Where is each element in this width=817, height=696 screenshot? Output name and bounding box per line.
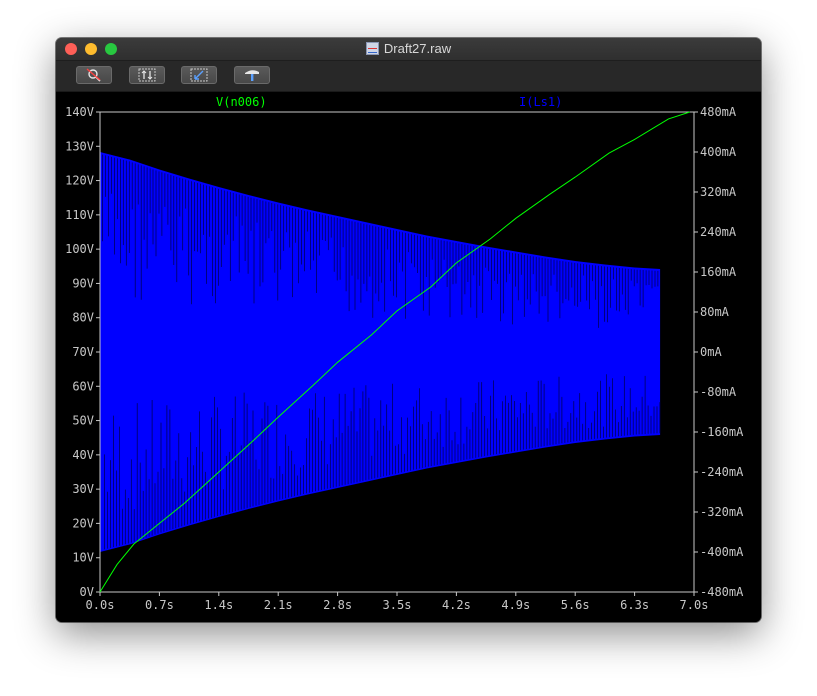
window-title-text: Draft27.raw bbox=[383, 41, 452, 56]
x-tick-label: 6.3s bbox=[620, 598, 649, 612]
zoom-cancel-button[interactable] bbox=[76, 66, 112, 84]
y-right-tick-label: -80mA bbox=[700, 385, 737, 399]
y-left-tick-label: 60V bbox=[72, 379, 94, 393]
y-right-tick-label: 320mA bbox=[700, 185, 737, 199]
x-tick-label: 5.6s bbox=[561, 598, 590, 612]
y-left-tick-label: 0V bbox=[80, 585, 94, 599]
current-envelope bbox=[100, 152, 661, 552]
x-tick-label: 2.8s bbox=[323, 598, 352, 612]
x-tick-label: 1.4s bbox=[204, 598, 233, 612]
x-tick-label: 7.0s bbox=[680, 598, 709, 612]
y-right-tick-label: 240mA bbox=[700, 225, 737, 239]
y-left-tick-label: 50V bbox=[72, 414, 94, 428]
waveform-window: Draft27.raw 0V 10V 20V 30V 40V 50V 60V 7… bbox=[56, 38, 761, 622]
y-right-tick-label: 160mA bbox=[700, 265, 737, 279]
x-tick-label: 4.2s bbox=[442, 598, 471, 612]
y-left-tick-label: 80V bbox=[72, 311, 94, 325]
y-right-tick-label: -480mA bbox=[700, 585, 744, 599]
plot-area[interactable]: 0V 10V 20V 30V 40V 50V 60V 70V 80V 90V 100V 110V 120… bbox=[56, 92, 761, 622]
zoom-cancel-icon bbox=[86, 68, 101, 82]
y-right-tick-label: 0mA bbox=[700, 345, 722, 359]
y-left-tick-label: 10V bbox=[72, 551, 94, 565]
window-title: Draft27.raw bbox=[56, 41, 761, 56]
y-left-tick-label: 110V bbox=[65, 208, 94, 222]
waveform-document-icon bbox=[365, 42, 379, 55]
toolbar bbox=[56, 61, 761, 92]
x-tick-label: 3.5s bbox=[383, 598, 412, 612]
y-right-tick-label: 400mA bbox=[700, 145, 737, 159]
probe-button[interactable] bbox=[234, 66, 270, 84]
waveform-chart[interactable]: 0V 10V 20V 30V 40V 50V 60V 70V 80V 90V 100V 110V 120… bbox=[56, 92, 761, 622]
y-left-tick-label: 90V bbox=[72, 276, 94, 290]
x-tick-label: 0.7s bbox=[145, 598, 174, 612]
zoom-back-icon bbox=[190, 68, 208, 82]
y-left-tick-label: 140V bbox=[65, 105, 94, 119]
x-tick-label: 0.0s bbox=[86, 598, 115, 612]
y-left-tick-label: 130V bbox=[65, 139, 94, 153]
y-left-tick-label: 20V bbox=[72, 516, 94, 530]
legend-current-label: I(Ls1) bbox=[519, 95, 562, 109]
y-left-tick-label: 120V bbox=[65, 174, 94, 188]
y-right-tick-label: -240mA bbox=[700, 465, 744, 479]
x-tick-label: 4.9s bbox=[501, 598, 530, 612]
y-left-tick-label: 70V bbox=[72, 345, 94, 359]
y-left-tick-label: 30V bbox=[72, 482, 94, 496]
y-right-tick-label: -400mA bbox=[700, 545, 744, 559]
legend-voltage-label: V(n006) bbox=[216, 95, 267, 109]
y-left-tick-label: 100V bbox=[65, 242, 94, 256]
y-right-tick-label: -320mA bbox=[700, 505, 744, 519]
x-tick-label: 2.1s bbox=[264, 598, 293, 612]
autorange-icon bbox=[138, 68, 156, 82]
y-right-tick-label: 480mA bbox=[700, 105, 737, 119]
title-bar[interactable]: Draft27.raw bbox=[56, 38, 761, 61]
y-right-tick-label: 80mA bbox=[700, 305, 730, 319]
y-left-tick-label: 40V bbox=[72, 448, 94, 462]
zoom-back-button[interactable] bbox=[181, 66, 217, 84]
probe-hammer-icon bbox=[245, 70, 259, 81]
autorange-button[interactable] bbox=[129, 66, 165, 84]
y-right-tick-label: -160mA bbox=[700, 425, 744, 439]
